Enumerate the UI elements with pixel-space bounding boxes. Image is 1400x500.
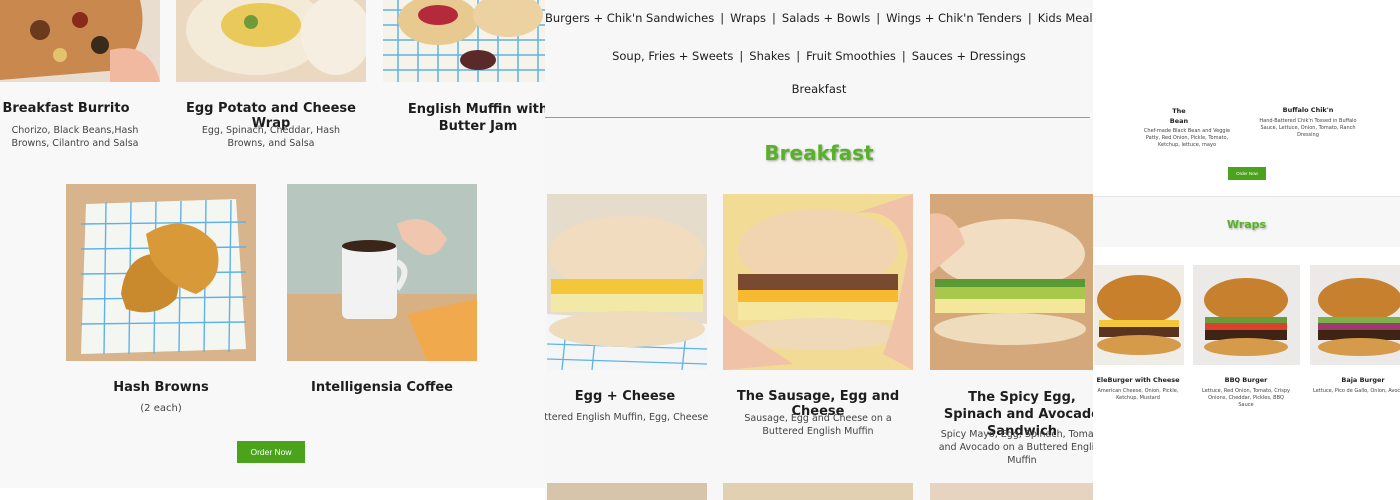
menu-item-description: American Cheese, Onion, Pickle, Ketchup,… <box>1097 388 1179 401</box>
menu-item-description: (2 each) <box>140 403 182 414</box>
menu-item-name: Egg + Cheese <box>574 389 676 404</box>
menu-item-description: Chorizo, Black Beans,Hash Browns, Cilant… <box>11 125 139 149</box>
eleburger-image <box>1094 265 1184 365</box>
menu-item-name: BBQ Burger <box>1224 376 1268 384</box>
menu-item-name: Buffalo Chik'n <box>1282 106 1334 114</box>
nav-burgers-chikn-sandwiches[interactable]: Burgers + Chik'n Sandwiches <box>545 11 714 25</box>
english-muffin-image <box>383 0 545 82</box>
nav-sauces-dressings[interactable]: Sauces + Dressings <box>912 49 1026 63</box>
menu-item-name: Hash Browns <box>113 380 209 395</box>
menu-item-name: Baja Burger <box>1341 376 1385 384</box>
menu-item-name: English Muffin with Butter Jam <box>407 102 545 134</box>
category-nav-row-2: Soup, Fries + Sweets | Shakes | Fruit Smooth… <box>612 49 1026 63</box>
egg-cheese-image <box>547 194 707 370</box>
hash-browns-image <box>66 184 256 361</box>
egg-potato-cheese-wrap-image <box>176 0 366 82</box>
menu-item-image <box>723 483 913 500</box>
menu-item-description: Sausage, Egg and Cheese on a Buttered En… <box>744 413 892 437</box>
nav-wraps[interactable]: Wraps <box>730 11 766 25</box>
menu-item-name: Breakfast Burrito <box>2 101 130 116</box>
menu-item-description: Buttered English Muffin, Egg, Cheese <box>545 412 709 423</box>
nav-fruit-smoothies[interactable]: Fruit Smoothies <box>806 49 896 63</box>
menu-item-description: Hand-Battered Chik'n Tossed in Buffalo S… <box>1259 118 1357 138</box>
nav-wings-chikn-tenders[interactable]: Wings + Chik'n Tenders <box>886 11 1022 25</box>
nav-divider <box>545 117 1090 118</box>
section-title: Breakfast <box>764 141 874 165</box>
order-now-button[interactable]: Order Now <box>237 441 305 463</box>
category-nav-row-3: Breakfast <box>545 82 1093 96</box>
sausage-egg-cheese-image <box>723 194 913 370</box>
divider <box>0 488 545 500</box>
menu-item-image <box>547 483 707 500</box>
nav-soup-fries-sweets[interactable]: Soup, Fries + Sweets <box>612 49 733 63</box>
menu-item-description: Lettuce, Pico de Gallo, Onion, Avocado, … <box>1313 388 1400 394</box>
baja-burger-image <box>1310 265 1400 365</box>
section-title: Wraps <box>1226 218 1267 231</box>
menu-item-name: EleBurger with Cheese <box>1096 376 1180 384</box>
nav-kids-meals[interactable]: Kids Meals <box>1038 11 1093 25</box>
breakfast-burrito-image <box>0 0 160 82</box>
bbq-burger-image <box>1193 265 1300 365</box>
menu-panel-right: The Bean Chef-made Black Bean and Veggie… <box>1093 0 1400 500</box>
nav-shakes[interactable]: Shakes <box>749 49 790 63</box>
breakfast-menu-panel-left: Breakfast Burrito Chorizo, Black Beans,H… <box>0 0 545 500</box>
menu-item-description: Egg, Spinach, Cheddar, Hash Browns, and … <box>201 125 341 149</box>
order-now-button[interactable]: Order Now <box>1228 167 1266 180</box>
nav-breakfast[interactable]: Breakfast <box>792 82 847 96</box>
nav-salads-bowls[interactable]: Salads + Bowls <box>782 11 870 25</box>
category-nav-row-1: Burgers + Chik'n Sandwiches | Wraps | Salads… <box>545 11 1093 25</box>
menu-item-name: Intelligensia Coffee <box>311 380 453 395</box>
menu-item-description: Lettuce, Red Onion, Tomato, Crispy Onion… <box>1202 388 1290 408</box>
intelligensia-coffee-image <box>287 184 477 361</box>
menu-item-image <box>930 483 1093 500</box>
menu-item-description: Spicy Mayo, Egg, Spinach, Tomato and Avo… <box>938 429 1093 466</box>
spicy-egg-spinach-avocado-image <box>930 194 1093 370</box>
breakfast-menu-panel-center: Burgers + Chik'n Sandwiches | Wraps | Salads… <box>545 0 1093 500</box>
menu-item-description: Chef-made Black Bean and Veggie Patty, R… <box>1143 128 1231 148</box>
menu-item-name: The Bean <box>1169 107 1189 125</box>
